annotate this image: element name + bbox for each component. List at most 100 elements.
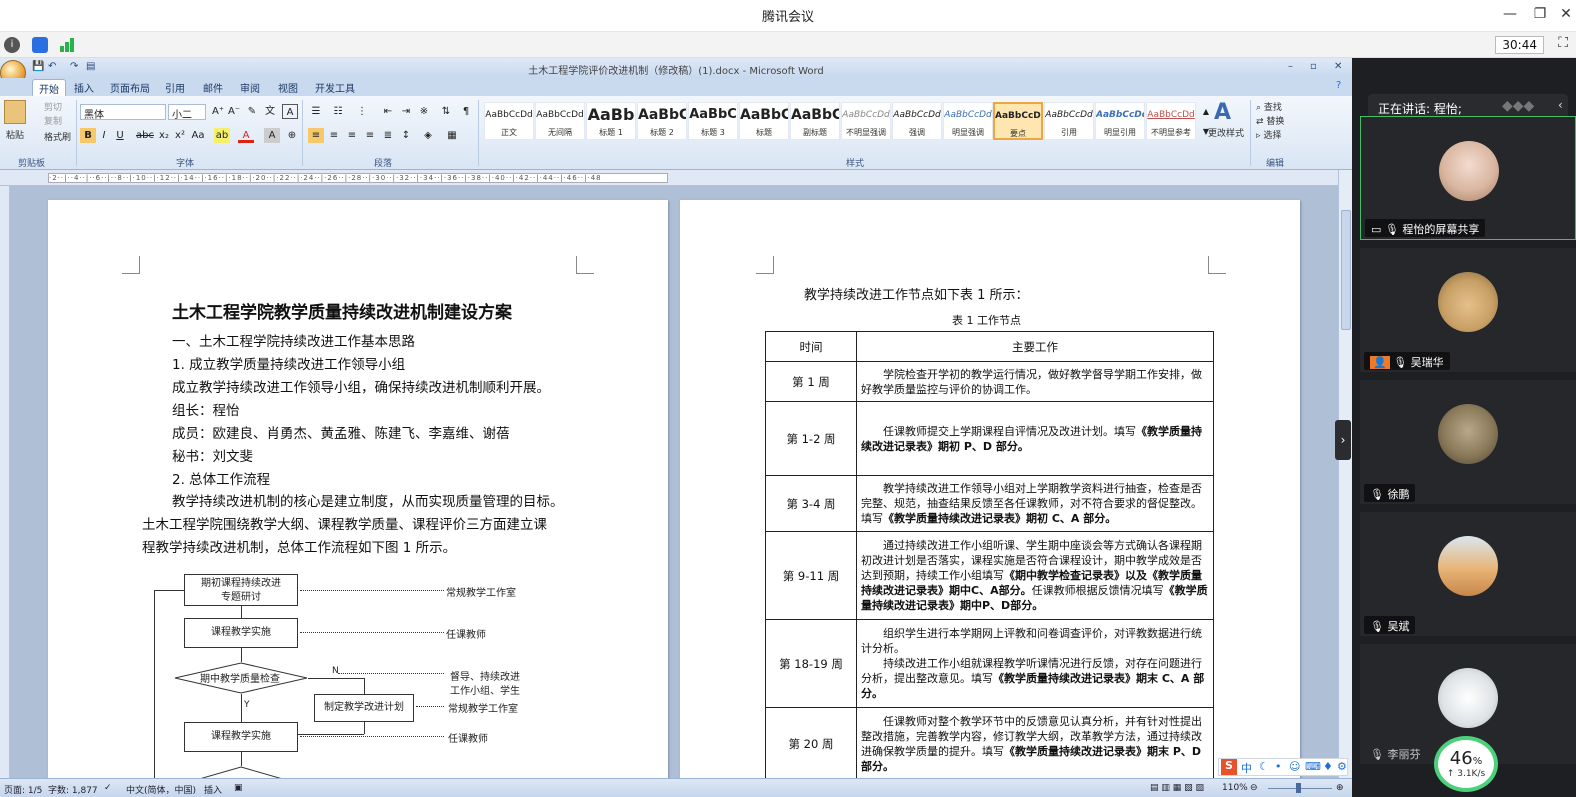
format-painter-button[interactable]: 格式刷 <box>44 130 71 143</box>
phonetic-icon[interactable]: 文 <box>262 104 278 119</box>
char-shading-icon[interactable]: A <box>264 128 280 143</box>
word-restore-icon[interactable]: ▫ <box>1310 61 1317 72</box>
shading-icon[interactable]: ◈ <box>420 128 436 143</box>
restore-icon[interactable]: ❐ <box>1530 6 1550 22</box>
style-heading-1[interactable]: AaBb 标题 1 <box>586 102 636 140</box>
word-close-icon[interactable]: ✕ <box>1334 61 1342 72</box>
table-row[interactable]: 第 18-19 周 组织学生进行本学期网上评教和问卷调查评价，对评教数据进行统计… <box>765 619 1214 708</box>
ime-mode[interactable]: 中 <box>1241 760 1252 776</box>
table-row[interactable]: 第 1 周 学院检查开学初的教学运行情况，做好教学督导学期工作安排，做好教学质量… <box>765 361 1214 402</box>
font-color-icon[interactable]: A <box>238 128 254 143</box>
char-border-icon[interactable]: A <box>282 104 298 119</box>
zoom-in-icon[interactable]: ⊕ <box>1336 783 1344 793</box>
italic-icon[interactable]: I <box>96 128 112 143</box>
tab-view[interactable]: 视图 <box>278 80 298 95</box>
tab-mailings[interactable]: 邮件 <box>203 80 223 95</box>
view-buttons-icon[interactable]: ▤ ▥ ▦ ▧ ▨ <box>1150 783 1204 793</box>
multilevel-icon[interactable]: ⋮ <box>354 104 370 119</box>
font-size-select[interactable]: 小二 <box>168 104 206 121</box>
table-row[interactable]: 第 1-2 周 任课教师提交上学期课程自评情况及改进计划。填写《教学质量持续改进… <box>765 401 1214 476</box>
sort-icon[interactable]: ⇅ <box>438 104 454 119</box>
find-button[interactable]: ⌕ 查找 <box>1256 100 1282 113</box>
align-left-icon[interactable]: ≡ <box>308 128 324 143</box>
align-right-icon[interactable]: ≡ <box>344 128 360 143</box>
participant-tile[interactable]: ▭ 🎙 程怡的屏幕共享 <box>1360 116 1576 240</box>
shield-icon[interactable] <box>32 37 48 53</box>
change-case-icon[interactable]: Aa <box>190 128 206 143</box>
change-styles-button[interactable]: 更改样式 <box>1208 126 1244 139</box>
style-emphasis[interactable]: AaBbCcDd 强调 <box>892 102 942 140</box>
status-zoom[interactable]: 110% <box>1222 783 1248 793</box>
table-row[interactable]: 第 9-11 周 通过持续改进工作小组听课、学生期中座谈会等方式确认各课程期初改… <box>765 531 1214 620</box>
style-title[interactable]: AaBbC 标题 <box>739 102 789 140</box>
close-icon[interactable]: ✕ <box>1556 6 1576 22</box>
participant-tile[interactable]: 👤 🎙 吴瑞华 <box>1360 248 1576 372</box>
participant-tile[interactable]: 🎙 吴斌 <box>1360 512 1576 636</box>
participant-tile[interactable]: 🎙 徐鹏 <box>1360 380 1576 504</box>
subscript-icon[interactable]: x₂ <box>156 128 172 143</box>
status-word-count[interactable]: 字数: 1,877 <box>48 783 98 796</box>
status-page[interactable]: 页面: 1/5 <box>4 783 42 796</box>
fullscreen-icon[interactable]: ⛶ <box>1558 35 1568 51</box>
ime-tools-icon[interactable]: ⚙ <box>1337 760 1347 773</box>
style-subtle-emphasis[interactable]: AaBbCcDd 不明显强调 <box>841 102 891 140</box>
cut-button[interactable]: 剪切 <box>44 100 62 113</box>
macro-icon[interactable]: ▣ <box>234 783 243 793</box>
styles-scroll-up-icon[interactable]: ▲ <box>1198 104 1214 119</box>
style-quote[interactable]: AaBbCcDd 引用 <box>1044 102 1094 140</box>
zoom-slider-thumb[interactable] <box>1296 783 1301 793</box>
vertical-ruler[interactable] <box>0 186 10 778</box>
status-language[interactable]: 中文(简体，中国) <box>126 783 196 796</box>
spelling-icon[interactable]: ✓ <box>104 783 112 793</box>
ime-punct-icon[interactable]: • <box>1275 760 1282 773</box>
highlight-icon[interactable]: ab <box>214 128 230 143</box>
ime-toolbar[interactable]: S 中 ☾ • ☺ ⌨ ♦ ⚙ <box>1218 758 1348 776</box>
info-icon[interactable]: i <box>4 37 20 53</box>
tab-review[interactable]: 审阅 <box>240 80 260 95</box>
show-marks-icon[interactable]: ¶ <box>458 104 474 119</box>
numbering-icon[interactable]: ☷ <box>330 104 346 119</box>
table-row[interactable]: 第 3-4 周 教学持续改进工作领导小组对上学期教学资料进行抽查，检查是否完整、… <box>765 475 1214 532</box>
signal-icon[interactable] <box>60 38 76 52</box>
font-name-select[interactable]: 黑体 <box>80 104 166 121</box>
distributed-icon[interactable]: ≣ <box>380 128 396 143</box>
quick-access-icon[interactable]: ▤ <box>86 61 95 72</box>
tab-home[interactable]: 开始 <box>32 79 66 97</box>
grow-font-icon[interactable]: A⁺ <box>210 104 226 119</box>
style-intense-emphasis[interactable]: AaBbCcDd 明显强调 <box>943 102 993 140</box>
align-center-icon[interactable]: ≡ <box>326 128 342 143</box>
paste-icon[interactable] <box>4 100 26 124</box>
document-page-1[interactable]: 土木工程学院教学质量持续改进机制建设方案 一、土木工程学院持续改进工作基本思路 … <box>48 200 668 778</box>
decrease-indent-icon[interactable]: ⇤ <box>380 104 396 119</box>
status-insert-mode[interactable]: 插入 <box>204 783 222 796</box>
shrink-font-icon[interactable]: A⁻ <box>226 104 242 119</box>
increase-indent-icon[interactable]: ⇥ <box>398 104 414 119</box>
borders-icon[interactable]: ▦ <box>444 128 460 143</box>
tab-page-layout[interactable]: 页面布局 <box>110 80 150 95</box>
zoom-out-icon[interactable]: ⊖ <box>1250 783 1258 793</box>
style-subtle-reference[interactable]: AaBbCcDd 不明显参考 <box>1146 102 1196 140</box>
tab-developer[interactable]: 开发工具 <box>315 80 355 95</box>
document-page-2[interactable]: 教学持续改进工作节点如下表 1 所示： 表 1 工作节点 时间 主要工作 第 1… <box>680 200 1300 778</box>
chinese-layout-icon[interactable]: ※ <box>416 104 432 119</box>
bold-icon[interactable]: B <box>80 128 96 143</box>
change-styles-icon[interactable]: A <box>1214 100 1231 125</box>
help-icon[interactable]: ? <box>1336 80 1341 91</box>
word-minimize-icon[interactable]: – <box>1288 61 1293 72</box>
superscript-icon[interactable]: x² <box>172 128 188 143</box>
bullets-icon[interactable]: ☰ <box>308 104 324 119</box>
ime-moon-icon[interactable]: ☾ <box>1259 760 1269 773</box>
style-intense-quote[interactable]: AaBbCcDd 明显引用 <box>1095 102 1145 140</box>
network-status[interactable]: 46% ↑ 3.1K/s <box>1434 736 1498 792</box>
scrollbar-thumb[interactable] <box>1341 210 1351 330</box>
style-subtitle[interactable]: AaBbC 副标题 <box>790 102 840 140</box>
sogou-icon[interactable]: S <box>1221 759 1237 775</box>
save-icon[interactable]: 💾 <box>32 61 44 72</box>
share-collapse-button[interactable]: › <box>1335 420 1351 460</box>
ime-smile-icon[interactable]: ☺ <box>1289 760 1300 773</box>
work-nodes-table[interactable]: 时间 主要工作 第 1 周 学院检查开学初的教学运行情况，做好教学督导学期工作安… <box>765 331 1214 778</box>
style-strong[interactable]: AaBbCcDd 要点 <box>993 102 1043 140</box>
strike-icon[interactable]: abc <box>136 128 154 143</box>
select-button[interactable]: ▹ 选择 <box>1256 128 1281 141</box>
tab-insert[interactable]: 插入 <box>74 80 94 95</box>
